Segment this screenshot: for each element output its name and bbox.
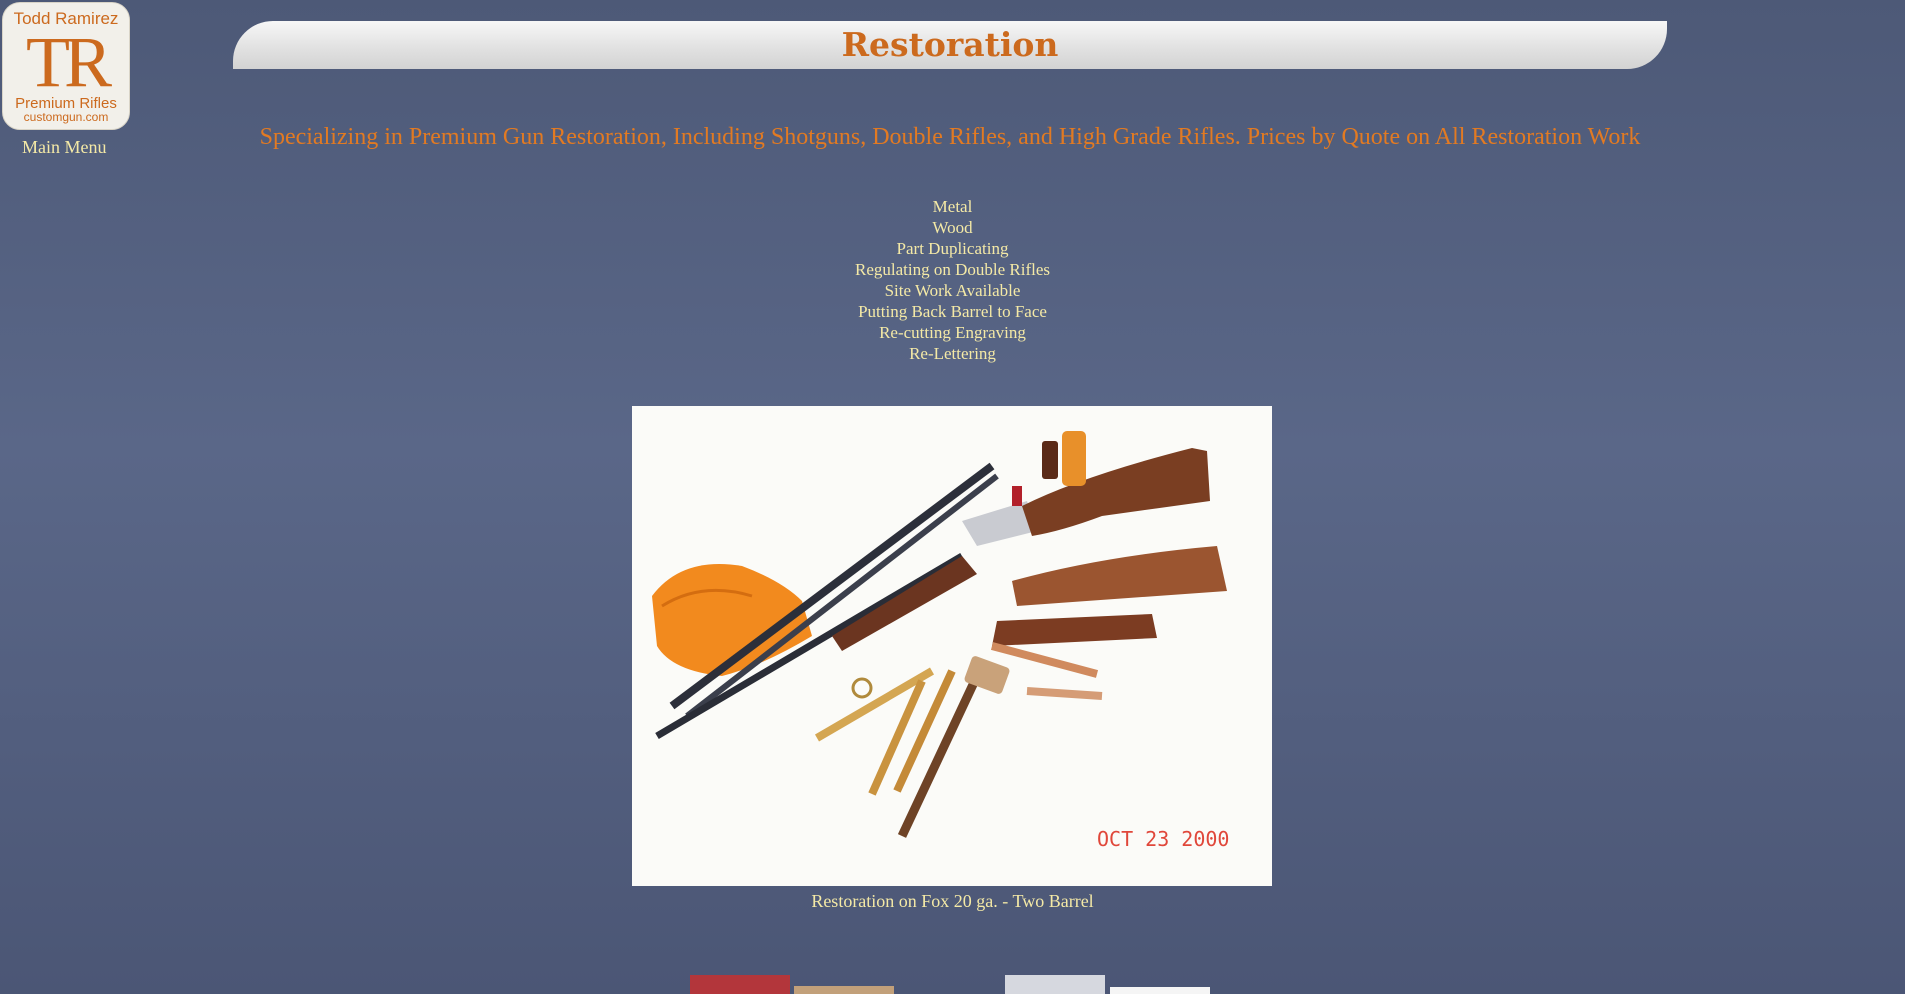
site-logo[interactable]: Todd Ramirez TR Premium Rifles customgun… xyxy=(2,2,130,130)
service-item: Regulating on Double Rifles xyxy=(854,260,1050,279)
photo-caption: Restoration on Fox 20 ga. - Two Barrel xyxy=(811,891,1094,911)
photo-date-stamp: OCT 23 2000 xyxy=(1097,827,1229,851)
service-item: Part Duplicating xyxy=(896,239,1009,258)
logo-monogram: TR xyxy=(25,22,112,102)
main-menu-link[interactable]: Main Menu xyxy=(22,137,107,158)
service-item: Wood xyxy=(932,218,973,237)
page-tagline: Specializing in Premium Gun Restoration,… xyxy=(259,124,1641,150)
service-item: Site Work Available xyxy=(884,281,1021,300)
page-title: Restoration xyxy=(841,25,1059,64)
service-item: Putting Back Barrel to Face xyxy=(858,302,1047,321)
service-item: Re-cutting Engraving xyxy=(879,323,1026,342)
services-list: Metal Wood Part Duplicating Regulating o… xyxy=(0,196,1905,364)
thumbnail-image[interactable] xyxy=(690,975,790,994)
title-banner: Restoration xyxy=(233,21,1667,69)
thumbnail-image[interactable] xyxy=(794,986,894,994)
thumbnail-image[interactable] xyxy=(1005,975,1105,994)
service-item: Metal xyxy=(932,197,973,216)
logo-url: customgun.com xyxy=(23,110,109,124)
service-item: Re-Lettering xyxy=(909,344,996,363)
thumbnail-image[interactable] xyxy=(1110,987,1210,994)
restoration-photo: OCT 23 2000 xyxy=(632,406,1272,886)
